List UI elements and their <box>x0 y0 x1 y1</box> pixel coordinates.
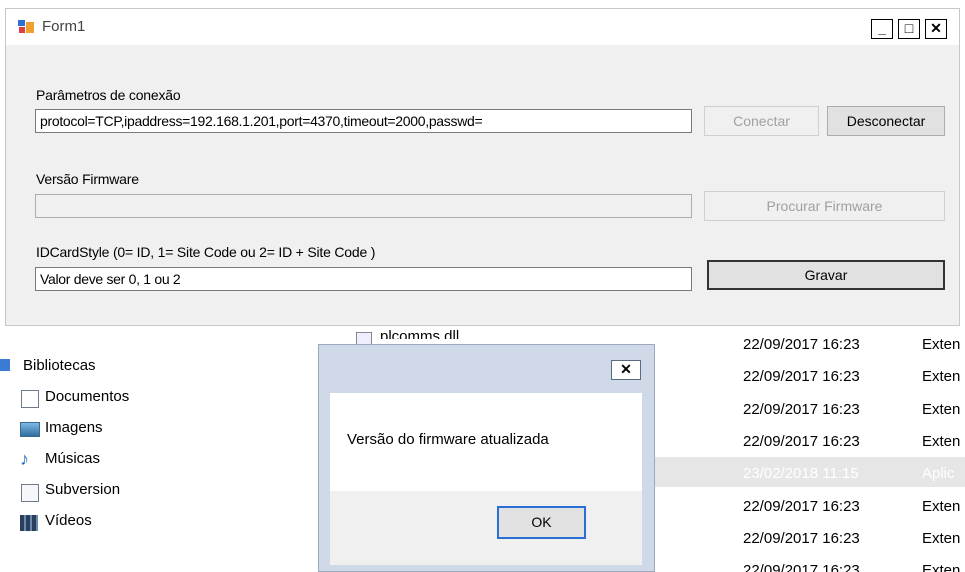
idcard-input[interactable]: Valor deve ser 0, 1 ou 2 <box>35 267 692 291</box>
save-button[interactable]: Gravar <box>707 260 945 290</box>
dialog-body: Versão do firmware atualizada OK <box>330 393 642 565</box>
nav-item-imagens[interactable]: Imagens <box>45 419 103 436</box>
row-date: 22/09/2017 16:23 <box>743 530 860 547</box>
file-name[interactable]: plcomms.dll <box>380 328 459 339</box>
connect-button[interactable]: Conectar <box>704 106 819 136</box>
title-bar[interactable]: Form1 _ □ ✕ <box>6 9 959 45</box>
video-icon <box>20 515 38 531</box>
row-type: Exten <box>922 562 961 572</box>
music-icon: ♪ <box>20 449 29 469</box>
row-date: 22/09/2017 16:23 <box>743 433 860 450</box>
row-type: Aplic <box>922 465 955 482</box>
nav-item-documentos[interactable]: Documentos <box>45 388 129 405</box>
subversion-icon <box>21 484 39 502</box>
row-date: 22/09/2017 16:23 <box>743 368 860 385</box>
library-icon <box>0 359 10 371</box>
row-type: Exten <box>922 368 961 385</box>
ok-button[interactable]: OK <box>497 506 586 539</box>
row-type: Exten <box>922 401 961 418</box>
form1-window: Form1 _ □ ✕ Parâmetros de conexão protoc… <box>5 8 960 326</box>
row-type: Exten <box>922 433 961 450</box>
message-box: ✕ Versão do firmware atualizada OK <box>318 344 655 572</box>
connection-label: Parâmetros de conexão <box>36 87 181 103</box>
image-icon <box>20 422 40 437</box>
row-date: 22/09/2017 16:23 <box>743 401 860 418</box>
idcard-label: IDCardStyle (0= ID, 1= Site Code ou 2= I… <box>36 244 376 260</box>
disconnect-button[interactable]: Desconectar <box>827 106 945 136</box>
dialog-close-button[interactable]: ✕ <box>611 360 641 380</box>
close-button[interactable]: ✕ <box>925 19 947 39</box>
row-clipped: 22/09/2017 16:23 Exten <box>743 562 965 572</box>
minimize-button[interactable]: _ <box>871 19 893 39</box>
document-icon <box>21 390 39 408</box>
nav-item-subversion[interactable]: Subversion <box>45 481 120 498</box>
dialog-message: Versão do firmware atualizada <box>347 431 549 448</box>
row-type: Exten <box>922 530 961 547</box>
browse-firmware-button[interactable]: Procurar Firmware <box>704 191 945 221</box>
row-type: Exten <box>922 498 961 515</box>
firmware-input[interactable] <box>35 194 692 218</box>
row-date: 22/09/2017 16:23 <box>743 562 860 572</box>
app-icon <box>18 20 34 34</box>
firmware-label: Versão Firmware <box>36 171 139 187</box>
row-date: 22/09/2017 16:23 <box>743 498 860 515</box>
window-title: Form1 <box>42 18 86 35</box>
maximize-button[interactable]: □ <box>898 19 920 39</box>
dialog-footer: OK <box>330 491 642 565</box>
row-date: 22/09/2017 16:23 <box>743 336 860 353</box>
connection-input[interactable]: protocol=TCP,ipaddress=192.168.1.201,por… <box>35 109 692 133</box>
nav-item-videos[interactable]: Vídeos <box>45 512 92 529</box>
nav-item-bibliotecas[interactable]: Bibliotecas <box>23 357 96 374</box>
row-type: Exten <box>922 336 961 353</box>
nav-item-musicas[interactable]: Músicas <box>45 450 100 467</box>
row-date: 23/02/2018 11:15 <box>743 465 859 482</box>
